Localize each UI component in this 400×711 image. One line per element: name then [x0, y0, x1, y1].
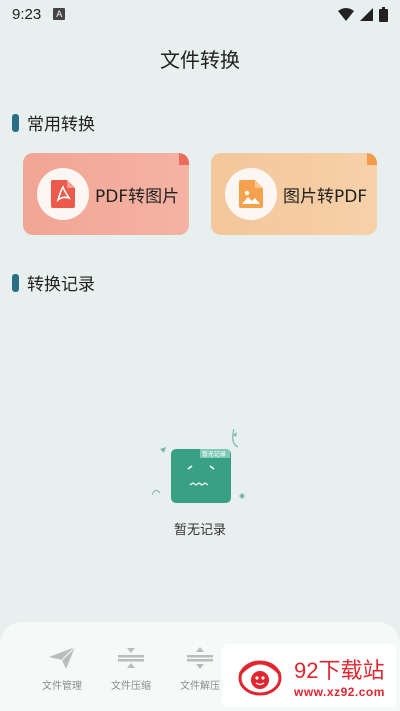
nav-label: 文件解压 [180, 681, 220, 692]
paper-plane-icon [49, 646, 76, 669]
card-label: 图片转PDF [283, 186, 368, 207]
empty-state: 暂无记录 暂无记录 [150, 425, 250, 538]
status-bar: 9:23 A [0, 0, 400, 28]
watermark-text: 92下载站 www.xz92.com [294, 653, 385, 699]
pdf-icon-circle [37, 168, 89, 220]
image-icon-circle [225, 168, 277, 220]
nav-item-file-compress[interactable]: 文件压缩 [101, 646, 161, 692]
watermark: 92下载站 www.xz92.com [222, 644, 396, 707]
compress-icon [118, 648, 144, 668]
watermark-logo [238, 660, 282, 695]
card-corner [179, 153, 189, 165]
watermark-title: 92下载站 [294, 657, 385, 683]
battery-icon [379, 6, 388, 22]
section-common-conversions: 常用转换 [12, 110, 95, 135]
status-icons [338, 6, 388, 22]
page-title: 文件转换 [160, 48, 240, 72]
pdf-to-image-card[interactable]: PDF转图片 [23, 153, 189, 235]
image-to-pdf-card[interactable]: 图片转PDF [211, 153, 377, 235]
image-file-icon [239, 180, 263, 208]
section-marker [12, 273, 19, 292]
notification-icon: A [53, 8, 66, 20]
nav-label: 文件管理 [42, 681, 82, 692]
status-time: 9:23 [12, 5, 42, 23]
section-conversion-records: 转换记录 [12, 270, 95, 295]
nav-label: 文件压缩 [111, 681, 151, 692]
empty-state-text: 暂无记录 [173, 523, 226, 538]
decompress-icon [187, 647, 213, 669]
card-corner [367, 153, 377, 165]
watermark-url: www.xz92.com [294, 684, 385, 699]
wifi-icon [338, 7, 354, 21]
empty-folder-illustration: 暂无记录 [151, 428, 245, 503]
nav-item-file-manager[interactable]: 文件管理 [32, 646, 92, 692]
signal-icon [360, 7, 373, 21]
nav-item-file-decompress[interactable]: 文件解压 [170, 646, 230, 692]
section-title-label: 转换记录 [27, 275, 95, 295]
folder-tab-label: 暂无记录 [202, 450, 226, 458]
card-label: PDF转图片 [95, 186, 180, 207]
section-marker [12, 113, 19, 132]
section-title-label: 常用转换 [27, 115, 95, 135]
pdf-file-icon [51, 180, 75, 208]
